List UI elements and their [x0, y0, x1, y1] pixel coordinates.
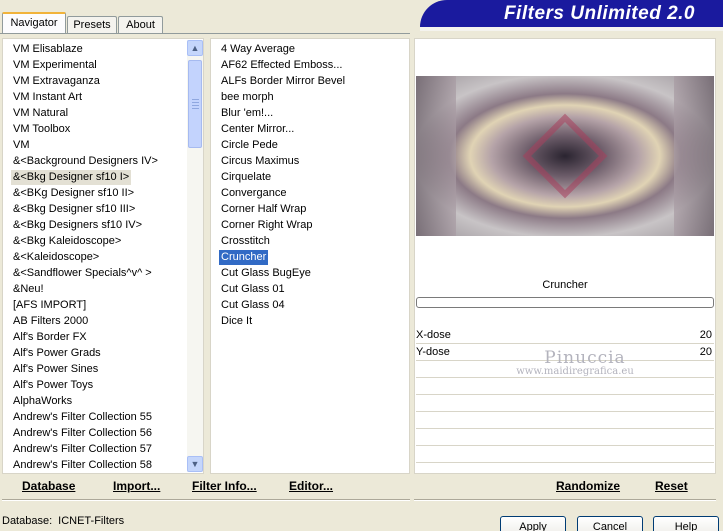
category-item[interactable]: Alf's Power Grads	[11, 346, 103, 361]
category-item[interactable]: VM Natural	[11, 106, 70, 121]
param-row-empty	[416, 379, 714, 395]
category-item[interactable]: AB Filters 2000	[11, 314, 90, 329]
category-item[interactable]: &<Bkg Designers sf10 IV>	[11, 218, 144, 233]
filter-item[interactable]: Cirquelate	[219, 170, 273, 185]
category-item[interactable]: &<Bkg Designer sf10 III>	[11, 202, 137, 217]
cancel-button[interactable]: Cancel	[577, 516, 643, 531]
category-scrollbar[interactable]: ▲ ▼	[187, 40, 203, 472]
filter-item[interactable]: Cruncher	[219, 250, 269, 265]
preview-image	[416, 76, 714, 236]
tab-presets[interactable]: Presets	[67, 16, 117, 34]
param-value[interactable]: 20	[700, 328, 712, 343]
category-item[interactable]: Alf's Border FX	[11, 330, 89, 345]
database-button[interactable]: Database	[22, 479, 75, 493]
filter-item[interactable]: Cut Glass 01	[219, 282, 287, 297]
filter-item[interactable]: ALFs Border Mirror Bevel	[219, 74, 347, 89]
category-item[interactable]: VM Toolbox	[11, 122, 72, 137]
category-item[interactable]: AlphaWorks	[11, 394, 74, 409]
category-item[interactable]: Andrew's Filter Collection 58	[11, 458, 154, 472]
filter-item[interactable]: Corner Half Wrap	[219, 202, 308, 217]
category-item[interactable]: &<Bkg Kaleidoscope>	[11, 234, 123, 249]
category-item[interactable]: Andrew's Filter Collection 56	[11, 426, 154, 441]
filter-item[interactable]: Blur 'em!...	[219, 106, 275, 121]
param-row-empty	[416, 447, 714, 463]
category-item[interactable]: [AFS IMPORT]	[11, 298, 88, 313]
filter-item[interactable]: Corner Right Wrap	[219, 218, 315, 233]
filter-item[interactable]: Circus Maximus	[219, 154, 301, 169]
watermark-name: Pinuccia	[544, 348, 626, 368]
category-item[interactable]: Andrew's Filter Collection 55	[11, 410, 154, 425]
category-item[interactable]: Andrew's Filter Collection 57	[11, 442, 154, 457]
category-item[interactable]: &<Background Designers IV>	[11, 154, 160, 169]
tab-navigator[interactable]: Navigator	[2, 12, 66, 34]
filter-item[interactable]: AF62 Effected Emboss...	[219, 58, 344, 73]
watermark-url: www.maidiregrafica.eu	[516, 366, 634, 377]
filter-list[interactable]: 4 Way Average AF62 Effected Emboss... ALFs…	[210, 38, 410, 474]
category-item[interactable]: Alf's Power Toys	[11, 378, 95, 393]
filter-items: 4 Way Average AF62 Effected Emboss... ALFs…	[219, 40, 405, 472]
divider	[2, 499, 410, 501]
category-item[interactable]: VM Instant Art	[11, 90, 84, 105]
filter-item[interactable]: Circle Pede	[219, 138, 280, 153]
category-item[interactable]: VM Elisablaze	[11, 42, 85, 57]
filter-item[interactable]: Convergance	[219, 186, 288, 201]
category-item[interactable]: Alf's Power Sines	[11, 362, 100, 377]
import-button[interactable]: Import...	[113, 479, 160, 493]
banner-divider	[420, 27, 723, 31]
watermark: Pinuccia www.maidiregrafica.eu	[416, 348, 714, 377]
scroll-thumb[interactable]	[188, 60, 202, 148]
category-item[interactable]: &<Bkg Designer sf10 I>	[11, 170, 132, 185]
category-item[interactable]: &<BKg Designer sf10 II>	[11, 186, 136, 201]
app-title: Filters Unlimited 2.0	[503, 3, 695, 24]
progress-bar	[416, 297, 714, 308]
filter-item[interactable]: Center Mirror...	[219, 122, 296, 137]
category-items: VM Elisablaze VM Experimental VM Extravaga…	[11, 40, 189, 472]
filter-info-button[interactable]: Filter Info...	[192, 479, 257, 493]
category-item[interactable]: &<Sandflower Specials^v^ >	[11, 266, 154, 281]
status-database-value: ICNET-Filters	[58, 515, 125, 527]
current-filter-name: Cruncher	[542, 279, 588, 291]
param-row-empty	[416, 413, 714, 429]
randomize-button[interactable]: Randomize	[556, 479, 620, 493]
param-row-empty	[416, 396, 714, 412]
filter-item[interactable]: Cut Glass 04	[219, 298, 287, 313]
scroll-up-button[interactable]: ▲	[187, 40, 203, 56]
filter-item[interactable]: bee morph	[219, 90, 276, 105]
param-label: X-dose	[416, 329, 451, 341]
filter-item[interactable]: Dice It	[219, 314, 254, 329]
category-item[interactable]: VM	[11, 138, 32, 153]
apply-button[interactable]: Apply	[500, 516, 566, 531]
filter-item[interactable]: Crosstitch	[219, 234, 272, 249]
category-item[interactable]: &Neu!	[11, 282, 46, 297]
category-item[interactable]: &<Kaleidoscope>	[11, 250, 101, 265]
category-item[interactable]: VM Experimental	[11, 58, 99, 73]
category-list[interactable]: VM Elisablaze VM Experimental VM Extravaga…	[2, 38, 204, 474]
filter-item[interactable]: Cut Glass BugEye	[219, 266, 313, 281]
divider	[414, 499, 716, 501]
scroll-down-button[interactable]: ▼	[187, 456, 203, 472]
app-banner: Filters Unlimited 2.0	[420, 0, 723, 27]
tab-about[interactable]: About	[118, 16, 163, 34]
category-item[interactable]: VM Extravaganza	[11, 74, 102, 89]
status-database-label: Database:	[2, 515, 53, 527]
param-row[interactable]: X-dose 20	[416, 328, 714, 344]
help-button[interactable]: Help	[653, 516, 719, 531]
tab-divider	[0, 33, 410, 34]
tab-bar: Navigator Presets About	[0, 12, 420, 34]
filter-item[interactable]: 4 Way Average	[219, 42, 297, 57]
editor-button[interactable]: Editor...	[289, 479, 333, 493]
status-bar: Database: ICNET-Filters	[2, 514, 130, 528]
reset-button[interactable]: Reset	[655, 479, 688, 493]
param-row-empty	[416, 430, 714, 446]
